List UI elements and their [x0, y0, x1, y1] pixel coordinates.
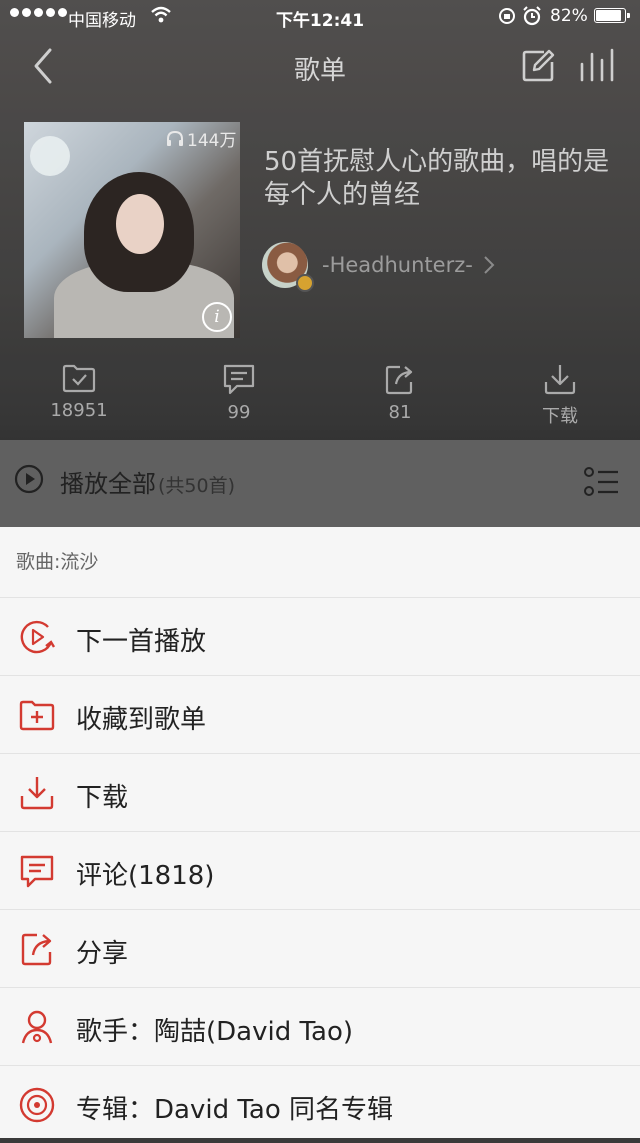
- menu-item-label: 评论(1818): [76, 861, 215, 891]
- alarm-icon: [523, 6, 541, 26]
- play-all-text: 播放全部: [60, 470, 156, 498]
- play-all-label: 播放全部 (共50首): [60, 464, 235, 499]
- download-button[interactable]: 下载: [505, 362, 615, 428]
- share-count: 81: [388, 402, 412, 423]
- download-label: 下载: [542, 406, 578, 427]
- collect-button[interactable]: 18951: [24, 362, 134, 421]
- info-icon[interactable]: i: [202, 302, 232, 332]
- now-playing-icon[interactable]: [576, 46, 620, 86]
- comment-icon: [20, 855, 54, 888]
- menu-item-play-next[interactable]: 下一首播放: [0, 598, 640, 676]
- edit-icon[interactable]: [518, 46, 558, 86]
- share-icon: [21, 933, 52, 966]
- play-next-icon: [20, 620, 56, 654]
- multi-select-icon[interactable]: [582, 462, 620, 502]
- add-to-playlist-icon: [19, 700, 55, 731]
- menu-item-label: 收藏到歌单: [76, 705, 207, 735]
- menu-item-label: 分享: [76, 939, 129, 969]
- menu-item-label: 专辑：David Tao 同名专辑: [76, 1095, 394, 1125]
- menu-item-download[interactable]: 下载: [0, 754, 640, 832]
- comment-count: 99: [227, 402, 251, 423]
- share-icon: [385, 365, 413, 395]
- battery-icon: [594, 8, 630, 23]
- collect-count: 18951: [50, 400, 108, 421]
- comment-button[interactable]: 99: [184, 362, 294, 423]
- sheet-header: 歌曲:流沙: [0, 527, 640, 598]
- share-button[interactable]: 81: [345, 362, 455, 423]
- status-bar: 中国移动 下午12:41 82%: [0, 0, 640, 34]
- download-icon: [544, 365, 576, 395]
- menu-item-label: 歌手：陶喆(David Tao): [76, 1017, 354, 1047]
- clock: 下午12:41: [275, 11, 365, 31]
- song-action-sheet: 歌曲:流沙 下一首播放 收藏到歌单 下载 评论(1818) 分享 歌手：陶喆(D…: [0, 527, 640, 1138]
- play-circle-icon: [14, 464, 44, 494]
- artist-icon: [21, 1010, 53, 1044]
- avatar: [262, 242, 314, 292]
- battery-percent: 82%: [550, 6, 588, 26]
- play-count-value: 144万: [187, 131, 237, 151]
- menu-item-label: 下一首播放: [76, 627, 207, 657]
- chevron-right-icon: [484, 256, 495, 274]
- headphone-icon: [167, 130, 183, 146]
- menu-item-share[interactable]: 分享: [0, 910, 640, 988]
- playlist-title: 50首抚慰人心的歌曲，唱的是每个人的曾经: [264, 147, 610, 210]
- play-count: 144万: [166, 126, 236, 151]
- vip-badge-icon: [296, 274, 314, 292]
- back-icon[interactable]: [26, 44, 66, 88]
- playlist-actions: 18951 99 81 下载: [0, 362, 640, 432]
- download-icon: [20, 777, 54, 810]
- play-all-bar[interactable]: 播放全部 (共50首): [0, 440, 640, 528]
- menu-item-label: 下载: [76, 783, 129, 813]
- album-icon: [19, 1087, 55, 1123]
- menu-item-add-to-playlist[interactable]: 收藏到歌单: [0, 676, 640, 754]
- menu-item-comment[interactable]: 评论(1818): [0, 832, 640, 910]
- comment-icon: [223, 364, 255, 395]
- folder-check-icon: [62, 364, 96, 393]
- orientation-lock-icon: [499, 8, 515, 24]
- creator-link[interactable]: -Headhunterz-: [262, 242, 495, 292]
- play-all-count: (共50首): [158, 475, 236, 497]
- creator-name: -Headhunterz-: [322, 253, 473, 277]
- menu-item-album[interactable]: 专辑：David Tao 同名专辑: [0, 1066, 640, 1143]
- menu-item-artist[interactable]: 歌手：陶喆(David Tao): [0, 988, 640, 1066]
